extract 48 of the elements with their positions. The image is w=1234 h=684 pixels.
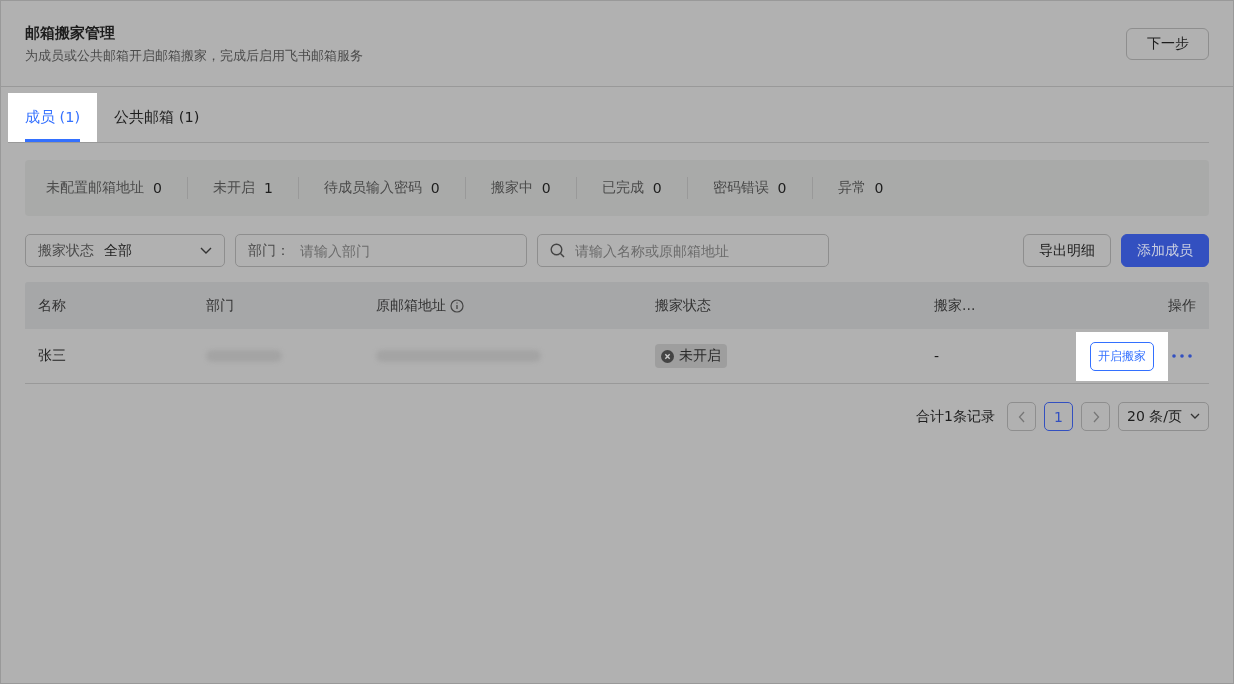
status-select[interactable]: 搬家状态 全部 bbox=[25, 234, 225, 267]
status-tag: 未开启 bbox=[655, 344, 727, 368]
tab[interactable]: 成员 (1) bbox=[25, 93, 81, 142]
stat-label: 未开启 bbox=[212, 179, 255, 197]
tab[interactable]: 公共邮箱 (1) bbox=[114, 93, 200, 142]
chevron-down-icon bbox=[1190, 413, 1200, 420]
column-header: 搬家... bbox=[934, 296, 976, 315]
table-cell: 张三 bbox=[38, 347, 66, 365]
column-header: 操作 bbox=[1168, 296, 1196, 315]
stat-label: 未配置邮箱地址 bbox=[46, 179, 144, 197]
search-field[interactable]: 请输入名称或原邮箱地址 bbox=[537, 234, 829, 267]
info-icon bbox=[450, 298, 464, 313]
stat-label: 待成员输入密码 bbox=[323, 179, 422, 197]
stat-label: 搬家中 bbox=[490, 179, 533, 197]
chevron-left-icon bbox=[1017, 410, 1026, 423]
page-title: 邮箱搬家管理 bbox=[25, 23, 116, 43]
next-step-button[interactable]: 下一步 bbox=[1126, 28, 1209, 60]
column-header: 部门 bbox=[206, 296, 234, 315]
department-field[interactable]: 部门： 请输入部门 bbox=[235, 234, 527, 267]
next-page-button[interactable] bbox=[1081, 402, 1110, 431]
department-input[interactable]: 请输入部门 bbox=[300, 242, 514, 259]
stat-label: 异常 bbox=[837, 179, 866, 197]
stat-count: 0 bbox=[153, 180, 162, 196]
search-icon bbox=[550, 243, 565, 258]
stat-count: 1 bbox=[263, 180, 273, 196]
start-migration-button[interactable]: 开启搬家 bbox=[1090, 341, 1154, 371]
stat-count: 0 bbox=[777, 180, 787, 196]
add-member-button[interactable]: 添加成员 bbox=[1121, 234, 1209, 267]
chevron-right-icon bbox=[1091, 410, 1100, 423]
more-icon[interactable] bbox=[1172, 354, 1192, 358]
table-cell: - bbox=[934, 348, 940, 364]
stat-count: 0 bbox=[874, 180, 884, 196]
stat-count: 0 bbox=[652, 180, 662, 196]
previous-page-button[interactable] bbox=[1007, 402, 1036, 431]
stat-label: 密码错误 bbox=[712, 179, 769, 197]
column-header: 原邮箱地址 bbox=[376, 296, 446, 315]
search-input[interactable]: 请输入名称或原邮箱地址 bbox=[575, 242, 816, 259]
close-circle-icon bbox=[661, 349, 674, 363]
stat-count: 0 bbox=[541, 180, 551, 196]
total-records: 合计1条记录 bbox=[916, 407, 995, 426]
page-size-select[interactable]: 20 条/页 bbox=[1118, 402, 1209, 431]
page-subtitle: 为成员或公共邮箱开启邮箱搬家，完成后启用飞书邮箱服务 bbox=[25, 47, 363, 65]
column-header: 名称 bbox=[38, 296, 66, 315]
chevron-down-icon bbox=[200, 246, 212, 255]
column-header: 搬家状态 bbox=[655, 296, 711, 315]
export-button[interactable]: 导出明细 bbox=[1023, 234, 1111, 267]
stat-label: 已完成 bbox=[601, 179, 644, 197]
stat-count: 0 bbox=[430, 180, 440, 196]
